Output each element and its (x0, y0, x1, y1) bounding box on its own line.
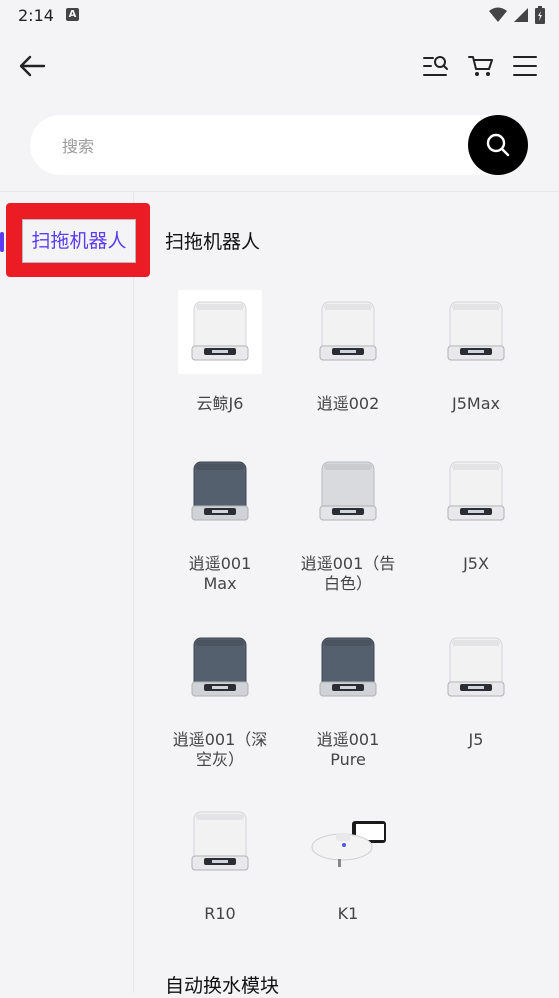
product-name: 逍遥001 Pure (316, 730, 380, 769)
product-card[interactable]: J5Max (416, 290, 536, 414)
product-image (178, 626, 262, 710)
product-image (306, 626, 390, 710)
product-image (306, 800, 390, 884)
signal-icon (514, 8, 528, 22)
product-card[interactable]: 逍遥001（深 空灰） (160, 626, 280, 770)
wifi-icon (489, 7, 507, 22)
sidebar-divider (133, 192, 134, 993)
search-button[interactable] (468, 115, 528, 175)
cart-button[interactable] (464, 48, 498, 84)
product-name: K1 (337, 904, 359, 923)
product-name: 逍遥001 Max (188, 554, 252, 593)
product-image (306, 450, 390, 534)
back-button[interactable] (14, 48, 50, 84)
product-name: J5 (468, 730, 484, 749)
section-title: 扫拖机器人 (165, 231, 261, 253)
product-card[interactable]: 逍遥001 Pure (288, 626, 408, 770)
status-icons (489, 6, 545, 24)
cart-icon (468, 56, 493, 76)
product-name: J5Max (452, 394, 500, 413)
sidebar-active-indicator (0, 232, 4, 252)
search-filter-button[interactable] (418, 48, 452, 84)
product-card[interactable]: K1 (288, 800, 408, 924)
product-card[interactable]: 逍遥001 Max (160, 450, 280, 594)
product-name: R10 (204, 904, 236, 923)
sidebar-item-mopping-robot[interactable]: 扫拖机器人 (22, 219, 136, 263)
status-time: 2:14 (18, 6, 54, 25)
menu-button[interactable] (508, 48, 542, 84)
top-bar (0, 32, 559, 100)
notification-a-icon: A (66, 8, 79, 21)
battery-icon (535, 6, 545, 24)
search-bar (30, 115, 528, 177)
product-name: 逍遥001（告 白色） (300, 554, 396, 593)
status-bar: 2:14 A (0, 0, 559, 32)
product-card[interactable]: 云鲸J6 (160, 290, 280, 414)
product-image (306, 290, 390, 374)
section-title-water-module: 自动换水模块 (165, 975, 280, 997)
search-icon (486, 133, 510, 157)
product-card[interactable]: R10 (160, 800, 280, 924)
product-image (434, 450, 518, 534)
product-name: J5X (463, 554, 489, 573)
search-input[interactable] (60, 115, 444, 177)
menu-icon (513, 56, 537, 76)
product-card[interactable]: 逍遥002 (288, 290, 408, 414)
product-card[interactable]: 逍遥001（告 白色） (288, 450, 408, 594)
product-image (178, 450, 262, 534)
list-search-icon (423, 56, 448, 76)
product-name: 逍遥001（深 空灰） (172, 730, 268, 769)
category-sidebar (0, 192, 133, 993)
arrow-left-icon (19, 55, 46, 77)
product-card[interactable]: J5X (416, 450, 536, 574)
product-image (178, 290, 262, 374)
product-image (178, 800, 262, 884)
product-image (434, 290, 518, 374)
product-name: 云鲸J6 (196, 394, 244, 413)
product-card[interactable]: J5 (416, 626, 536, 750)
product-name: 逍遥002 (316, 394, 380, 413)
product-image (434, 626, 518, 710)
